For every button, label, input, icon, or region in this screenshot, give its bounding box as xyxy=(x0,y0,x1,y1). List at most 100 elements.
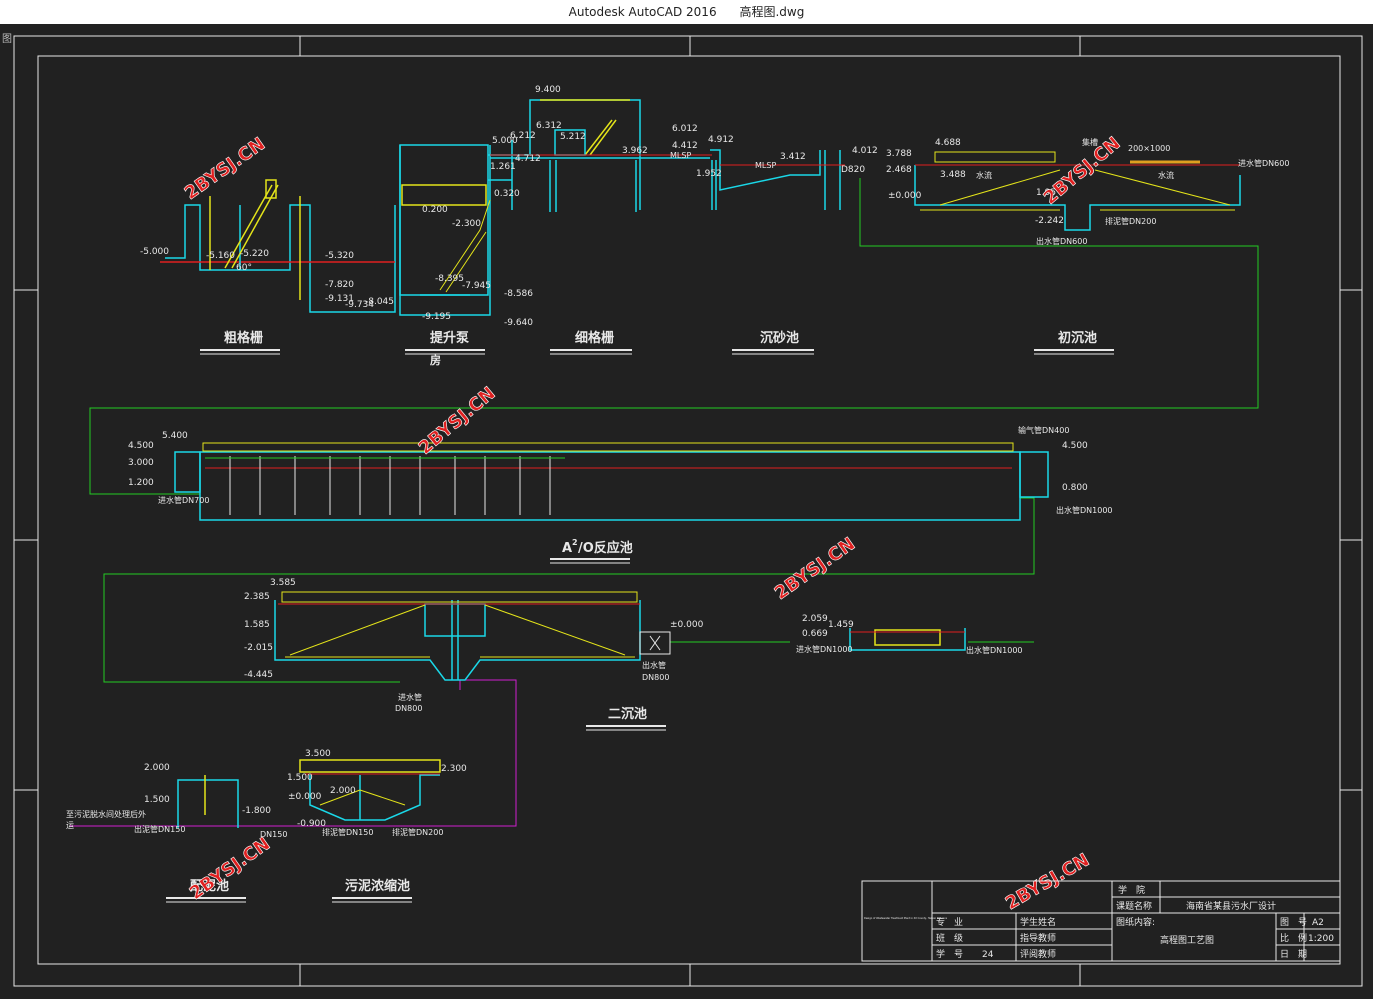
svg-text:1.585: 1.585 xyxy=(244,620,270,630)
svg-text:运: 运 xyxy=(66,821,74,830)
svg-text:2.000: 2.000 xyxy=(330,786,356,796)
section-title-thickener: 污泥浓缩池 xyxy=(345,878,410,894)
svg-text:±0.000: ±0.000 xyxy=(670,620,704,630)
svg-text:1.952: 1.952 xyxy=(696,169,722,179)
svg-text:-4.445: -4.445 xyxy=(244,670,273,680)
svg-text:2.385: 2.385 xyxy=(244,592,270,602)
svg-text:2BYSJ.CN: 2BYSJ.CN xyxy=(415,383,500,459)
svg-text:图 号: 图 号 xyxy=(1280,917,1307,928)
svg-text:-7.945: -7.945 xyxy=(462,281,491,291)
svg-text:D820: D820 xyxy=(841,165,865,175)
svg-text:进水管DN600: 进水管DN600 xyxy=(1238,158,1289,168)
svg-text:5.212: 5.212 xyxy=(560,132,586,142)
svg-text:日 期: 日 期 xyxy=(1280,949,1307,960)
svg-text:±0.000: ±0.000 xyxy=(288,792,322,802)
window-title-bar: Autodesk AutoCAD 2016 高程图.dwg xyxy=(0,0,1373,24)
svg-text:1.500: 1.500 xyxy=(287,773,313,783)
svg-text:2BYSJ.CN: 2BYSJ.CN xyxy=(771,534,859,605)
secondary-outlet xyxy=(639,631,671,655)
svg-text:6.012: 6.012 xyxy=(672,124,698,134)
window-title-file: 高程图.dwg xyxy=(739,5,805,19)
title-block xyxy=(861,880,1341,962)
svg-text:3.500: 3.500 xyxy=(305,749,331,759)
svg-text:2BYSJ.CN: 2BYSJ.CN xyxy=(1002,850,1093,915)
section-title-a2o-sup: 2 xyxy=(572,538,578,547)
svg-text:-2.300: -2.300 xyxy=(452,219,481,229)
svg-text:4.688: 4.688 xyxy=(935,138,961,148)
svg-text:0.800: 0.800 xyxy=(1062,483,1088,493)
section-title-grit: 沉砂池 xyxy=(760,330,799,346)
svg-text:0.200: 0.200 xyxy=(422,205,448,215)
svg-text:-8.045: -8.045 xyxy=(365,297,394,307)
svg-text:2.059: 2.059 xyxy=(802,614,828,624)
svg-text:MLSP: MLSP xyxy=(755,161,776,170)
svg-text:-8.586: -8.586 xyxy=(504,289,533,299)
svg-text:200×1000: 200×1000 xyxy=(1128,144,1170,153)
a2o-walkway xyxy=(202,442,1014,452)
svg-text:60°: 60° xyxy=(236,263,252,273)
svg-text:1.261: 1.261 xyxy=(490,162,516,172)
svg-text:0.320: 0.320 xyxy=(494,189,520,199)
svg-text:水流: 水流 xyxy=(1158,170,1174,180)
svg-text:±0.000: ±0.000 xyxy=(888,191,922,201)
section-titles: 粗格栅 提升泵 房 细格栅 沉砂池 初沉池 A 2 /O反应池 二沉池 配泥池 … xyxy=(190,330,1097,894)
svg-text:高程图工艺图: 高程图工艺图 xyxy=(1160,934,1214,946)
svg-text:4.412: 4.412 xyxy=(672,141,698,151)
svg-text:5.400: 5.400 xyxy=(162,431,188,441)
svg-text:A2: A2 xyxy=(1312,918,1324,928)
svg-text:班 级: 班 级 xyxy=(936,932,963,944)
svg-text:进水管DN700: 进水管DN700 xyxy=(158,495,209,505)
svg-text:3.488: 3.488 xyxy=(940,170,966,180)
svg-text:出水管DN1000: 出水管DN1000 xyxy=(966,645,1023,655)
svg-text:6.312: 6.312 xyxy=(536,121,562,131)
svg-text:2BYSJ.CN: 2BYSJ.CN xyxy=(186,834,274,905)
svg-text:2.000: 2.000 xyxy=(144,763,170,773)
thickener-structure xyxy=(299,759,441,821)
section-title-secondary: 二沉池 xyxy=(608,706,647,722)
svg-text:3.412: 3.412 xyxy=(780,152,806,162)
svg-text:-1.800: -1.800 xyxy=(242,806,271,816)
svg-text:-5.000: -5.000 xyxy=(140,247,169,257)
svg-text:0.669: 0.669 xyxy=(802,629,828,639)
pipe-labels: 进水管DN600 出水管DN600 排泥管DN200 200×1000 集槽 水… xyxy=(66,137,1289,839)
svg-text:学 号: 学 号 xyxy=(936,948,963,960)
section-title-primary: 初沉池 xyxy=(1058,330,1097,346)
section-title-a2o: /O反应池 xyxy=(578,540,633,556)
svg-text:2.300: 2.300 xyxy=(441,764,467,774)
svg-text:2.468: 2.468 xyxy=(886,165,912,175)
grit-chamber-structure xyxy=(710,149,841,210)
a2o-baffles xyxy=(229,456,551,515)
svg-text:4.712: 4.712 xyxy=(515,154,541,164)
watermarks: 2BYSJ.CN 2BYSJ.CN 2BYSJ.CN 2BYSJ.CN 2BYS… xyxy=(181,133,1125,915)
title-block-small-note: Design of Wastewater Treatment Plant in … xyxy=(864,917,948,920)
svg-text:进水管DN1000: 进水管DN1000 xyxy=(796,644,853,654)
window-title-app: Autodesk AutoCAD 2016 xyxy=(568,5,717,19)
svg-text:3.000: 3.000 xyxy=(128,458,154,468)
svg-text:-5.320: -5.320 xyxy=(325,251,354,261)
svg-text:水流: 水流 xyxy=(976,170,992,180)
svg-text:2BYSJ.CN: 2BYSJ.CN xyxy=(181,134,269,205)
section-title-lift-pump: 提升泵 xyxy=(430,330,469,346)
svg-text:学 院: 学 院 xyxy=(1118,884,1145,896)
svg-text:至污泥脱水间处理后外: 至污泥脱水间处理后外 xyxy=(66,809,146,819)
drawing-canvas[interactable]: -5.000 -5.160 -5.220 60° -5.320 -7.820 -… xyxy=(0,24,1373,999)
svg-text:指导教师: 指导教师 xyxy=(1020,932,1056,944)
disinfection-structure xyxy=(849,628,966,651)
svg-text:出水管DN600: 出水管DN600 xyxy=(1036,236,1087,246)
coarse-screen-rake xyxy=(209,179,301,300)
svg-text:-9.195: -9.195 xyxy=(422,312,451,322)
section-title-lift-pump-2: 房 xyxy=(430,353,441,367)
svg-text:排泥管DN200: 排泥管DN200 xyxy=(1105,216,1156,226)
svg-text:1.459: 1.459 xyxy=(828,620,854,630)
svg-text:进水管: 进水管 xyxy=(398,692,422,702)
svg-text:-7.820: -7.820 xyxy=(325,280,354,290)
svg-text:-2.242: -2.242 xyxy=(1035,216,1064,226)
svg-text:1.500: 1.500 xyxy=(144,795,170,805)
svg-text:1:200: 1:200 xyxy=(1308,934,1334,944)
svg-text:1.200: 1.200 xyxy=(128,478,154,488)
svg-text:9.400: 9.400 xyxy=(535,85,561,95)
svg-text:3.962: 3.962 xyxy=(622,146,648,156)
svg-text:海南省某县污水厂设计: 海南省某县污水厂设计 xyxy=(1186,900,1276,912)
svg-text:比 例: 比 例 xyxy=(1280,932,1307,944)
svg-text:3.788: 3.788 xyxy=(886,149,912,159)
